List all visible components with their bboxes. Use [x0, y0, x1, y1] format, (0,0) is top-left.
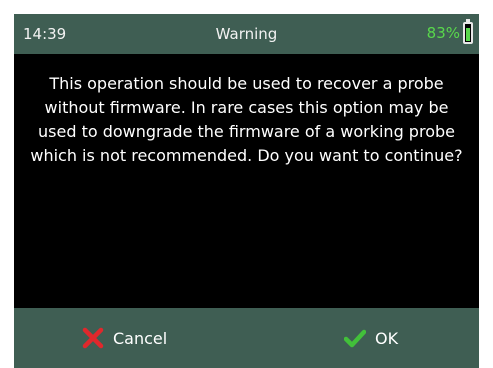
cancel-button-label: Cancel — [113, 328, 168, 348]
battery-icon — [463, 19, 473, 44]
ok-button[interactable]: OK — [344, 308, 398, 368]
warning-message: This operation should be used to recover… — [30, 74, 463, 165]
status-bar: 14:39 Warning 83% — [14, 14, 479, 54]
battery-level-fill — [466, 28, 470, 41]
cancel-button[interactable]: Cancel — [82, 308, 167, 368]
ok-button-label: OK — [375, 328, 399, 348]
action-bar: Cancel OK — [14, 308, 479, 368]
device-screen: 14:39 Warning 83% This operation should … — [14, 14, 479, 368]
screen-title: Warning — [215, 25, 278, 43]
battery-indicator: 83% — [426, 19, 473, 44]
battery-percent: 83% — [426, 24, 460, 42]
checkmark-icon — [344, 329, 366, 348]
x-icon — [82, 327, 104, 349]
